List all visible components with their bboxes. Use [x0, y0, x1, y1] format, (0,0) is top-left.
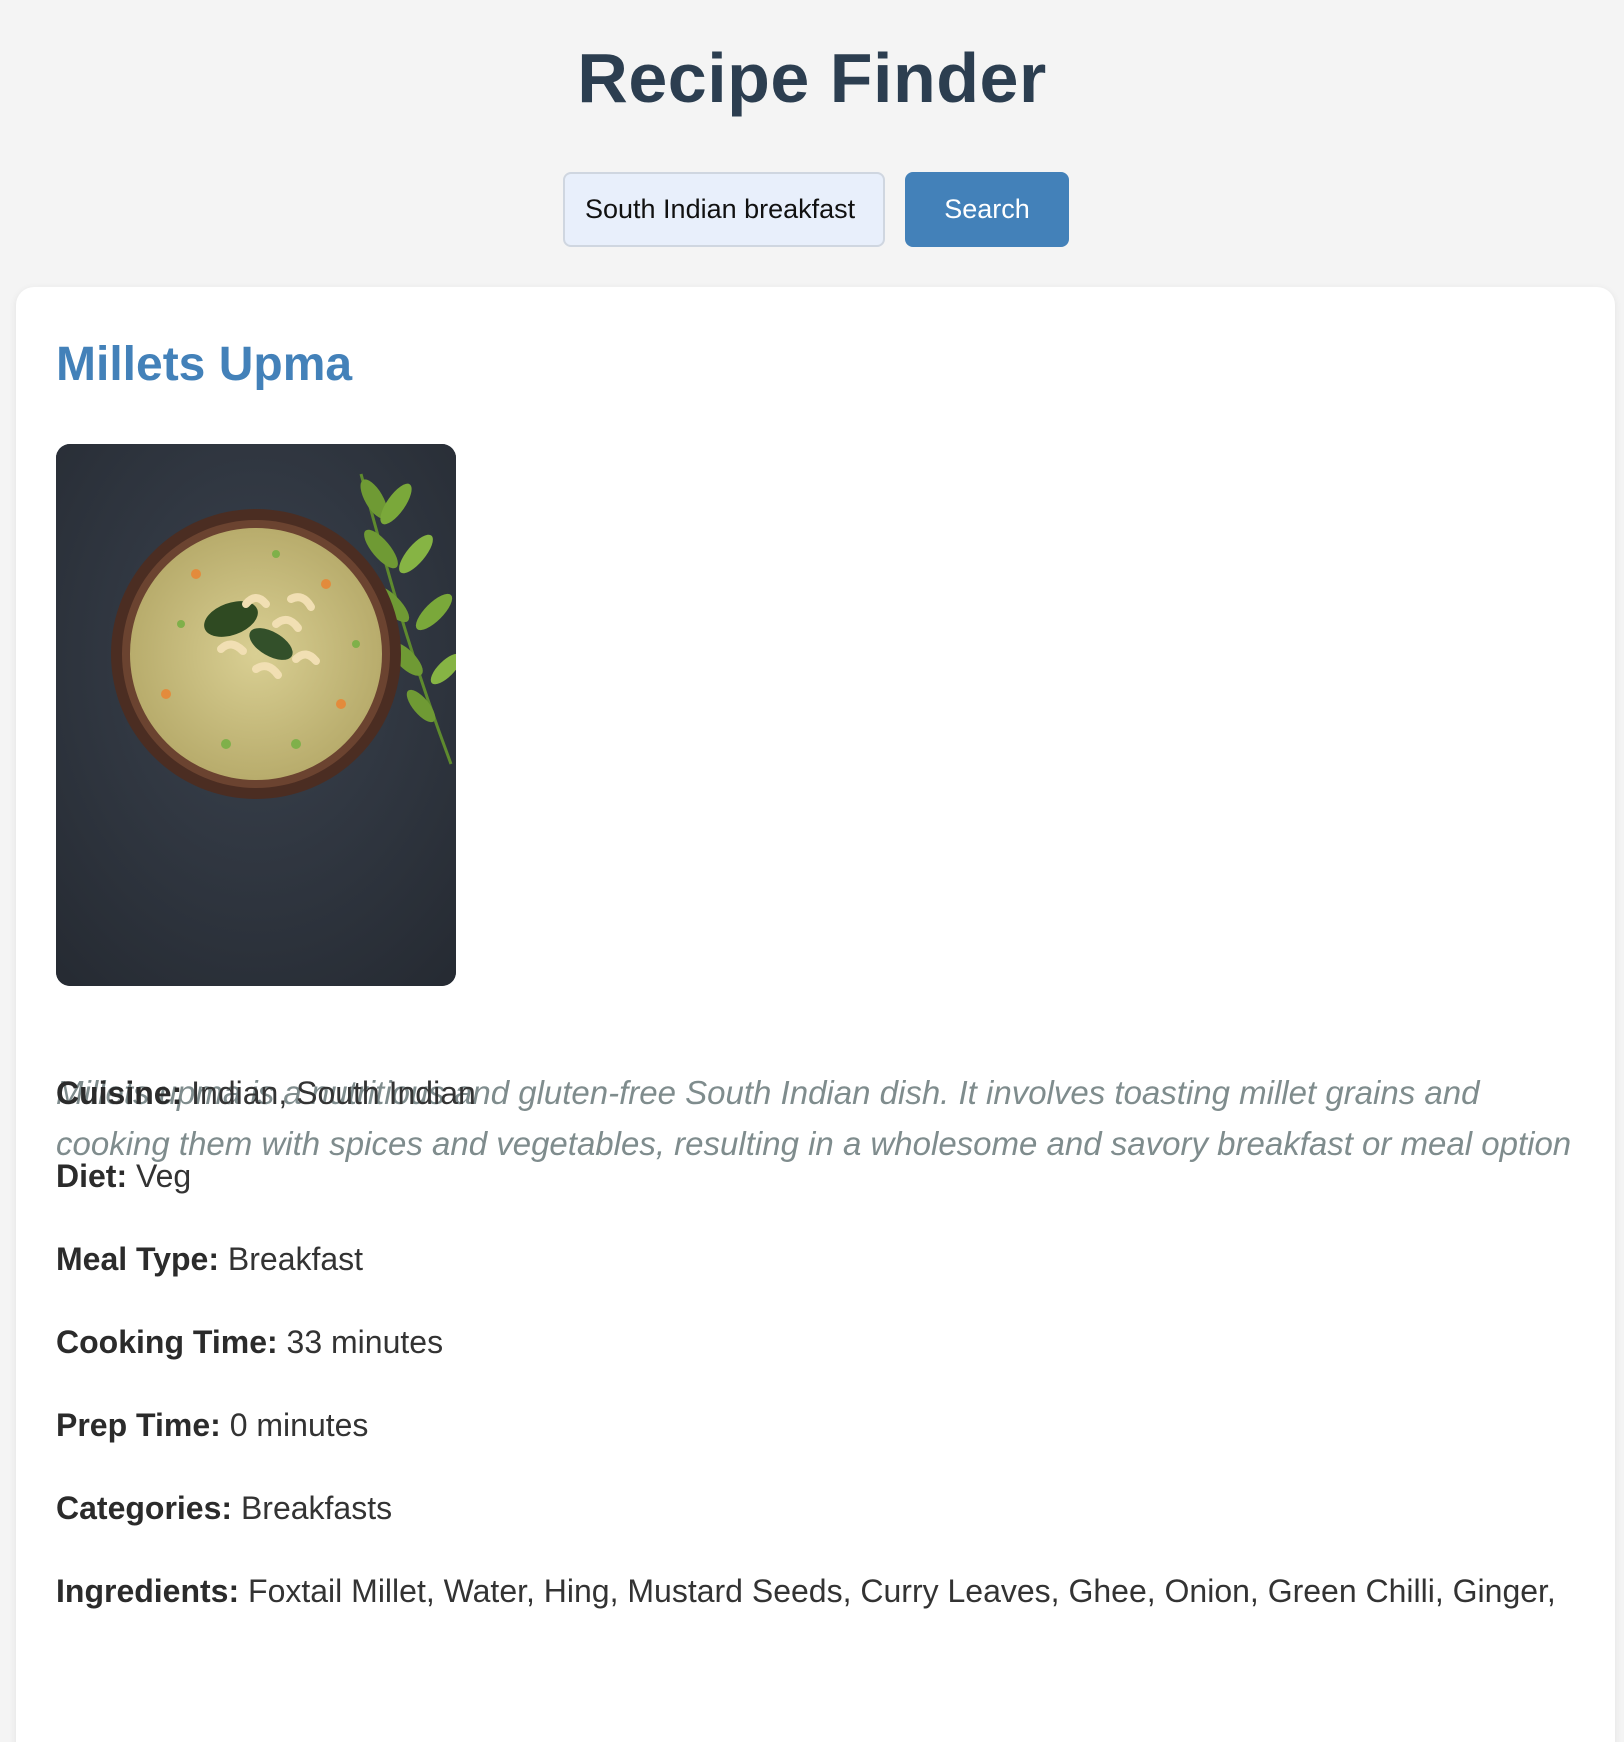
detail-value: Veg — [136, 1158, 192, 1194]
recipe-title: Millets Upma — [56, 338, 353, 391]
detail-ingredients: Ingredients: Foxtail Millet, Water, Hing… — [56, 1573, 1556, 1610]
detail-value: 33 minutes — [286, 1324, 444, 1360]
detail-value: Indian, South Indian — [191, 1075, 476, 1111]
detail-label: Diet: — [56, 1158, 128, 1194]
detail-label: Cuisine: — [56, 1075, 183, 1111]
detail-cooking-time: Cooking Time: 33 minutes — [56, 1324, 443, 1361]
recipe-finder-page: Recipe Finder Search Millets Upma — [0, 0, 1624, 1742]
detail-label: Meal Type: — [56, 1241, 219, 1277]
recipe-image — [56, 444, 456, 986]
detail-cuisine: Cuisine: Indian, South Indian — [56, 1075, 476, 1112]
detail-label: Prep Time: — [56, 1407, 221, 1443]
search-button[interactable]: Search — [905, 172, 1069, 247]
detail-diet: Diet: Veg — [56, 1158, 191, 1195]
page-title: Recipe Finder — [577, 39, 1047, 117]
detail-value: 0 minutes — [229, 1407, 369, 1443]
search-bar: Search — [563, 172, 1069, 247]
detail-prep-time: Prep Time: 0 minutes — [56, 1407, 368, 1444]
detail-label: Cooking Time: — [56, 1324, 278, 1360]
detail-value: Foxtail Millet, Water, Hing, Mustard See… — [248, 1573, 1556, 1609]
recipe-card: Millets Upma Millets upma is a nutritiou… — [16, 287, 1615, 1742]
detail-categories: Categories: Breakfasts — [56, 1490, 392, 1527]
detail-meal-type: Meal Type: Breakfast — [56, 1241, 363, 1278]
detail-value: Breakfasts — [240, 1490, 393, 1526]
food-photo-icon — [56, 444, 456, 986]
detail-value: Breakfast — [227, 1241, 364, 1277]
detail-label: Categories: — [56, 1490, 233, 1526]
detail-label: Ingredients: — [56, 1573, 240, 1609]
search-input[interactable] — [563, 172, 885, 247]
